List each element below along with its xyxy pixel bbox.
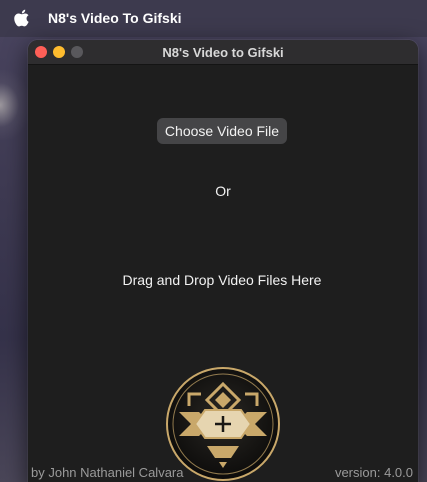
choose-video-file-button[interactable]: Choose Video File	[157, 118, 287, 144]
author-credit: by John Nathaniel Calvara	[31, 465, 184, 480]
desktop-background-glow	[0, 70, 30, 140]
or-label: Or	[215, 183, 231, 199]
drop-zone-label: Drag and Drop Video Files Here	[122, 272, 322, 288]
version-label: version: 4.0.0	[334, 465, 413, 480]
menu-app-name[interactable]: N8's Video To Gifski	[48, 10, 182, 26]
apple-logo-icon[interactable]	[14, 9, 30, 27]
app-window: N8's Video to Gifski Choose Video File O…	[28, 40, 418, 482]
window-titlebar[interactable]: N8's Video to Gifski	[28, 40, 418, 65]
menu-bar: N8's Video To Gifski	[0, 0, 427, 37]
window-title: N8's Video to Gifski	[162, 45, 284, 60]
